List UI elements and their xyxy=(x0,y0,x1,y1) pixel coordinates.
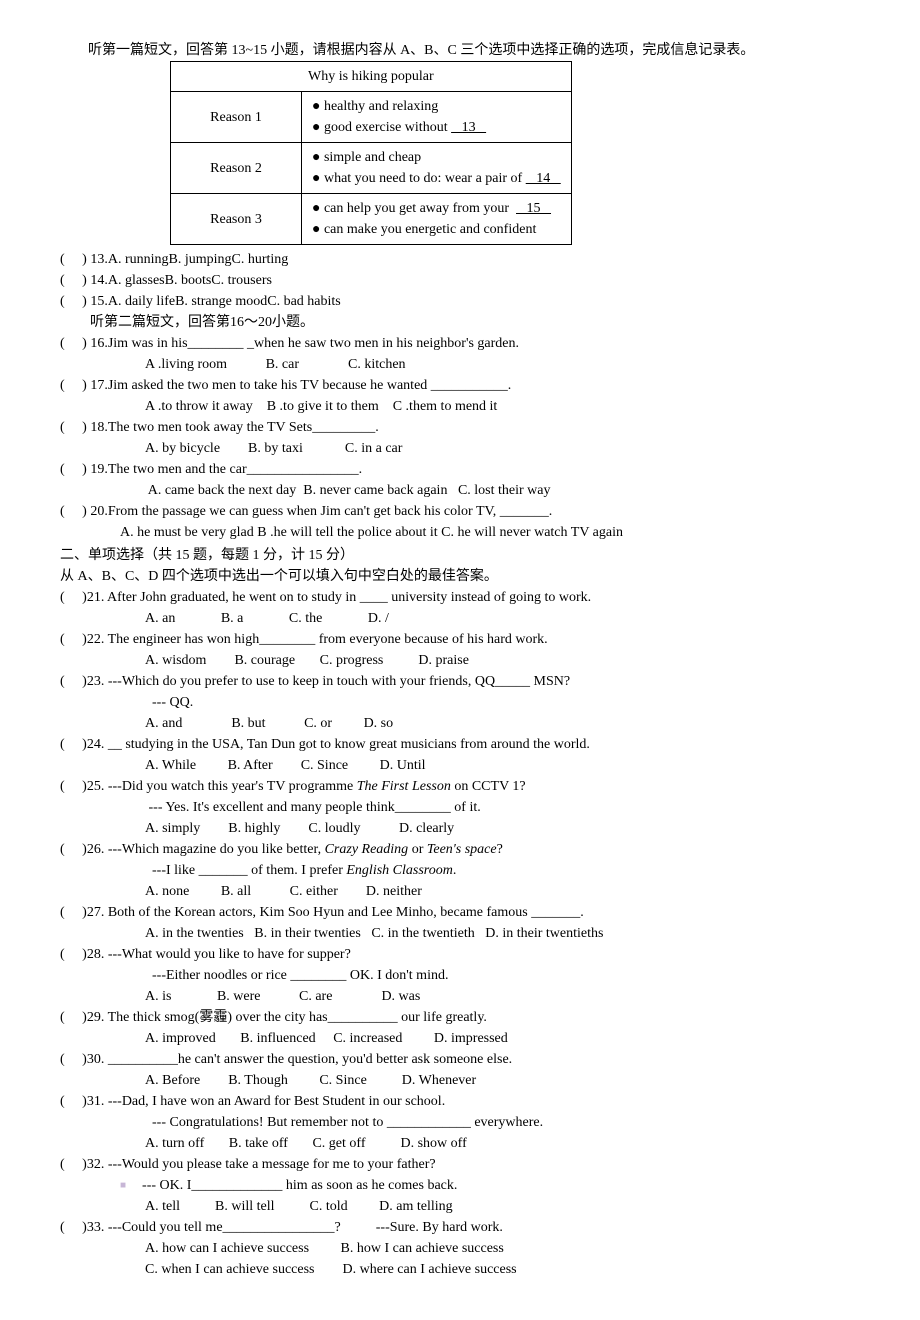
q15: ( ) 15. A. daily life B. strange mood C.… xyxy=(60,291,860,312)
section-2-title: 二、单项选择（共 15 题，每题 1 分，计 15 分） xyxy=(60,545,860,566)
reason-2-content: ● simple and cheap ● what you need to do… xyxy=(302,143,572,194)
q25-options: A. simply B. highly C. loudly D. clearly xyxy=(60,818,860,839)
q26-line2: ---I like _______ of them. I prefer Engl… xyxy=(60,860,860,881)
q16: ( ) 16.Jim was in his________ _when he s… xyxy=(60,333,860,354)
q14: ( ) 14. A. glasses B. boots C. trousers xyxy=(60,270,860,291)
q24: ( )24. __ studying in the USA, Tan Dun g… xyxy=(60,734,860,755)
q18: ( ) 18.The two men took away the TV Sets… xyxy=(60,417,860,438)
q20: ( ) 20.From the passage we can guess whe… xyxy=(60,501,860,522)
q32-line2: ■ --- OK. I_____________ him as soon as … xyxy=(60,1175,860,1196)
q33-options-ab: A. how can I achieve success B. how I ca… xyxy=(60,1238,860,1259)
q21-options: A. an B. a C. the D. / xyxy=(60,608,860,629)
marker-dot-icon: ■ xyxy=(120,1180,126,1191)
reason-3-label: Reason 3 xyxy=(171,194,302,245)
q17: ( ) 17.Jim asked the two men to take his… xyxy=(60,375,860,396)
q30-options: A. Before B. Though C. Since D. Whenever xyxy=(60,1070,860,1091)
section-2-instruction: 从 A、B、C、D 四个选项中选出一个可以填入句中空白处的最佳答案。 xyxy=(60,566,860,587)
q27-options: A. in the twenties B. in their twenties … xyxy=(60,923,860,944)
q25-line2: --- Yes. It's excellent and many people … xyxy=(60,797,860,818)
q23-line2: --- QQ. xyxy=(60,692,860,713)
hiking-table: Why is hiking popular Reason 1 ● healthy… xyxy=(170,61,860,245)
q31-line2: --- Congratulations! But remember not to… xyxy=(60,1112,860,1133)
reason-3-content: ● can help you get away from your 15 ● c… xyxy=(302,194,572,245)
q19-options: A. came back the next day B. never came … xyxy=(60,480,860,501)
q21: ( )21. After John graduated, he went on … xyxy=(60,587,860,608)
reason-2-label: Reason 2 xyxy=(171,143,302,194)
q20-options: A. he must be very glad B .he will tell … xyxy=(60,522,860,543)
reason-1-label: Reason 1 xyxy=(171,92,302,143)
q26-options: A. none B. all C. either D. neither xyxy=(60,881,860,902)
listening-intro-2: 听第二篇短文，回答第16～20小题。 xyxy=(90,312,860,333)
q17-options: A .to throw it away B .to give it to the… xyxy=(60,396,860,417)
q25-line1: ( )25. ---Did you watch this year's TV p… xyxy=(60,776,860,797)
q33-options-cd: C. when I can achieve success D. where c… xyxy=(60,1259,860,1280)
q27: ( )27. Both of the Korean actors, Kim So… xyxy=(60,902,860,923)
listening-intro-1: 听第一篇短文，回答第 13~15 小题，请根据内容从 A、B、C 三个选项中选择… xyxy=(60,40,860,61)
q28-line2: ---Either noodles or rice ________ OK. I… xyxy=(60,965,860,986)
reason-1-content: ● healthy and relaxing ● good exercise w… xyxy=(302,92,572,143)
q22: ( )22. The engineer has won high________… xyxy=(60,629,860,650)
q28-line1: ( )28. ---What would you like to have fo… xyxy=(60,944,860,965)
q33: ( )33. ---Could you tell me_____________… xyxy=(60,1217,860,1238)
q32-options: A. tell B. will tell C. told D. am telli… xyxy=(60,1196,860,1217)
q30: ( )30. __________he can't answer the que… xyxy=(60,1049,860,1070)
q31-line1: ( )31. ---Dad, I have won an Award for B… xyxy=(60,1091,860,1112)
q16-options: A .living room B. car C. kitchen xyxy=(60,354,860,375)
q29: ( )29. The thick smog(雾霾) over the city … xyxy=(60,1007,860,1028)
q26-line1: ( )26. ---Which magazine do you like bet… xyxy=(60,839,860,860)
q23-options: A. and B. but C. or D. so xyxy=(60,713,860,734)
q32-line1: ( )32. ---Would you please take a messag… xyxy=(60,1154,860,1175)
q23-line1: ( )23. ---Which do you prefer to use to … xyxy=(60,671,860,692)
q24-options: A. While B. After C. Since D. Until xyxy=(60,755,860,776)
q13: ( ) 13. A. running B. jumping C. hurting xyxy=(60,249,860,270)
q29-options: A. improved B. influenced C. increased D… xyxy=(60,1028,860,1049)
q19: ( ) 19.The two men and the car__________… xyxy=(60,459,860,480)
q18-options: A. by bicycle B. by taxi C. in a car xyxy=(60,438,860,459)
q31-options: A. turn off B. take off C. get off D. sh… xyxy=(60,1133,860,1154)
table-title: Why is hiking popular xyxy=(171,62,572,92)
q28-options: A. is B. were C. are D. was xyxy=(60,986,860,1007)
q22-options: A. wisdom B. courage C. progress D. prai… xyxy=(60,650,860,671)
